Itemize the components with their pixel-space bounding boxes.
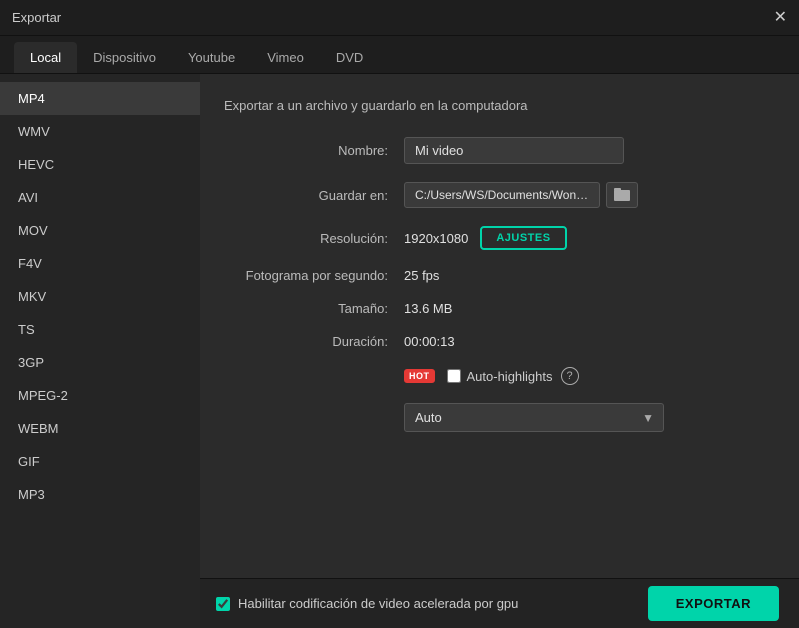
- content-inner: Exportar a un archivo y guardarlo en la …: [200, 74, 799, 578]
- tab-bar: Local Dispositivo Youtube Vimeo DVD: [0, 36, 799, 74]
- sidebar-item-wmv[interactable]: WMV: [0, 115, 200, 148]
- fotograma-value: 25 fps: [404, 268, 439, 283]
- resolucion-label: Resolución:: [224, 231, 404, 246]
- close-button[interactable]: ✕: [774, 10, 787, 26]
- help-icon[interactable]: ?: [561, 367, 579, 385]
- tab-dvd[interactable]: DVD: [320, 42, 379, 73]
- tab-vimeo[interactable]: Vimeo: [251, 42, 320, 73]
- guardar-row: Guardar en: C:/Users/WS/Documents/Wonder…: [224, 182, 767, 208]
- sidebar-item-mkv[interactable]: MKV: [0, 280, 200, 313]
- tab-local[interactable]: Local: [14, 42, 77, 73]
- auto-highlights-label[interactable]: Auto-highlights: [447, 369, 553, 384]
- sidebar-item-mp3[interactable]: MP3: [0, 478, 200, 511]
- highlights-row: HOT Auto-highlights ?: [404, 367, 579, 385]
- gpu-checkbox[interactable]: [216, 597, 230, 611]
- folder-row: C:/Users/WS/Documents/Wonders: [404, 182, 638, 208]
- duracion-value: 00:00:13: [404, 334, 455, 349]
- fotograma-label: Fotograma por segundo:: [224, 268, 404, 283]
- resolucion-row: Resolución: 1920x1080 AJUSTES: [224, 226, 767, 250]
- export-button[interactable]: EXPORTAR: [648, 586, 779, 621]
- auto-highlights-row: HOT Auto-highlights ?: [224, 367, 767, 385]
- sidebar-item-hevc[interactable]: HEVC: [0, 148, 200, 181]
- resolution-row: 1920x1080 AJUSTES: [404, 226, 567, 250]
- sidebar-item-gif[interactable]: GIF: [0, 445, 200, 478]
- sidebar: MP4 WMV HEVC AVI MOV F4V MKV TS 3GP MPEG…: [0, 74, 200, 628]
- tab-dispositivo[interactable]: Dispositivo: [77, 42, 172, 73]
- fotograma-row: Fotograma por segundo: 25 fps: [224, 268, 767, 283]
- duracion-label: Duración:: [224, 334, 404, 349]
- sidebar-item-3gp[interactable]: 3GP: [0, 346, 200, 379]
- main-layout: MP4 WMV HEVC AVI MOV F4V MKV TS 3GP MPEG…: [0, 74, 799, 628]
- folder-path: C:/Users/WS/Documents/Wonders: [404, 182, 600, 208]
- hot-badge: HOT: [404, 369, 435, 383]
- gpu-checkbox-label[interactable]: Habilitar codificación de video acelerad…: [216, 596, 518, 611]
- content-description: Exportar a un archivo y guardarlo en la …: [224, 98, 767, 113]
- sidebar-item-mp4[interactable]: MP4: [0, 82, 200, 115]
- quality-dropdown[interactable]: Auto Alta Media Baja: [404, 403, 664, 432]
- sidebar-item-mov[interactable]: MOV: [0, 214, 200, 247]
- content-area: Exportar a un archivo y guardarlo en la …: [200, 74, 799, 628]
- nombre-row: Nombre:: [224, 137, 767, 164]
- tamano-value: 13.6 MB: [404, 301, 452, 316]
- gpu-label-text: Habilitar codificación de video acelerad…: [238, 596, 518, 611]
- resolution-value: 1920x1080: [404, 231, 468, 246]
- window-title: Exportar: [12, 10, 61, 25]
- sidebar-item-mpeg2[interactable]: MPEG-2: [0, 379, 200, 412]
- sidebar-item-avi[interactable]: AVI: [0, 181, 200, 214]
- nombre-label: Nombre:: [224, 143, 404, 158]
- dropdown-row: Auto Alta Media Baja ▼: [224, 403, 767, 432]
- guardar-label: Guardar en:: [224, 188, 404, 203]
- duracion-row: Duración: 00:00:13: [224, 334, 767, 349]
- auto-highlights-text: Auto-highlights: [467, 369, 553, 384]
- auto-highlights-checkbox[interactable]: [447, 369, 461, 383]
- sidebar-item-webm[interactable]: WEBM: [0, 412, 200, 445]
- dropdown-wrapper: Auto Alta Media Baja ▼: [404, 403, 664, 432]
- tab-youtube[interactable]: Youtube: [172, 42, 251, 73]
- tamano-row: Tamaño: 13.6 MB: [224, 301, 767, 316]
- title-bar: Exportar ✕: [0, 0, 799, 36]
- nombre-input[interactable]: [404, 137, 624, 164]
- sidebar-item-ts[interactable]: TS: [0, 313, 200, 346]
- tamano-label: Tamaño:: [224, 301, 404, 316]
- sidebar-item-f4v[interactable]: F4V: [0, 247, 200, 280]
- folder-browse-button[interactable]: [606, 182, 638, 208]
- bottom-bar: Habilitar codificación de video acelerad…: [200, 578, 799, 628]
- ajustes-button[interactable]: AJUSTES: [480, 226, 566, 250]
